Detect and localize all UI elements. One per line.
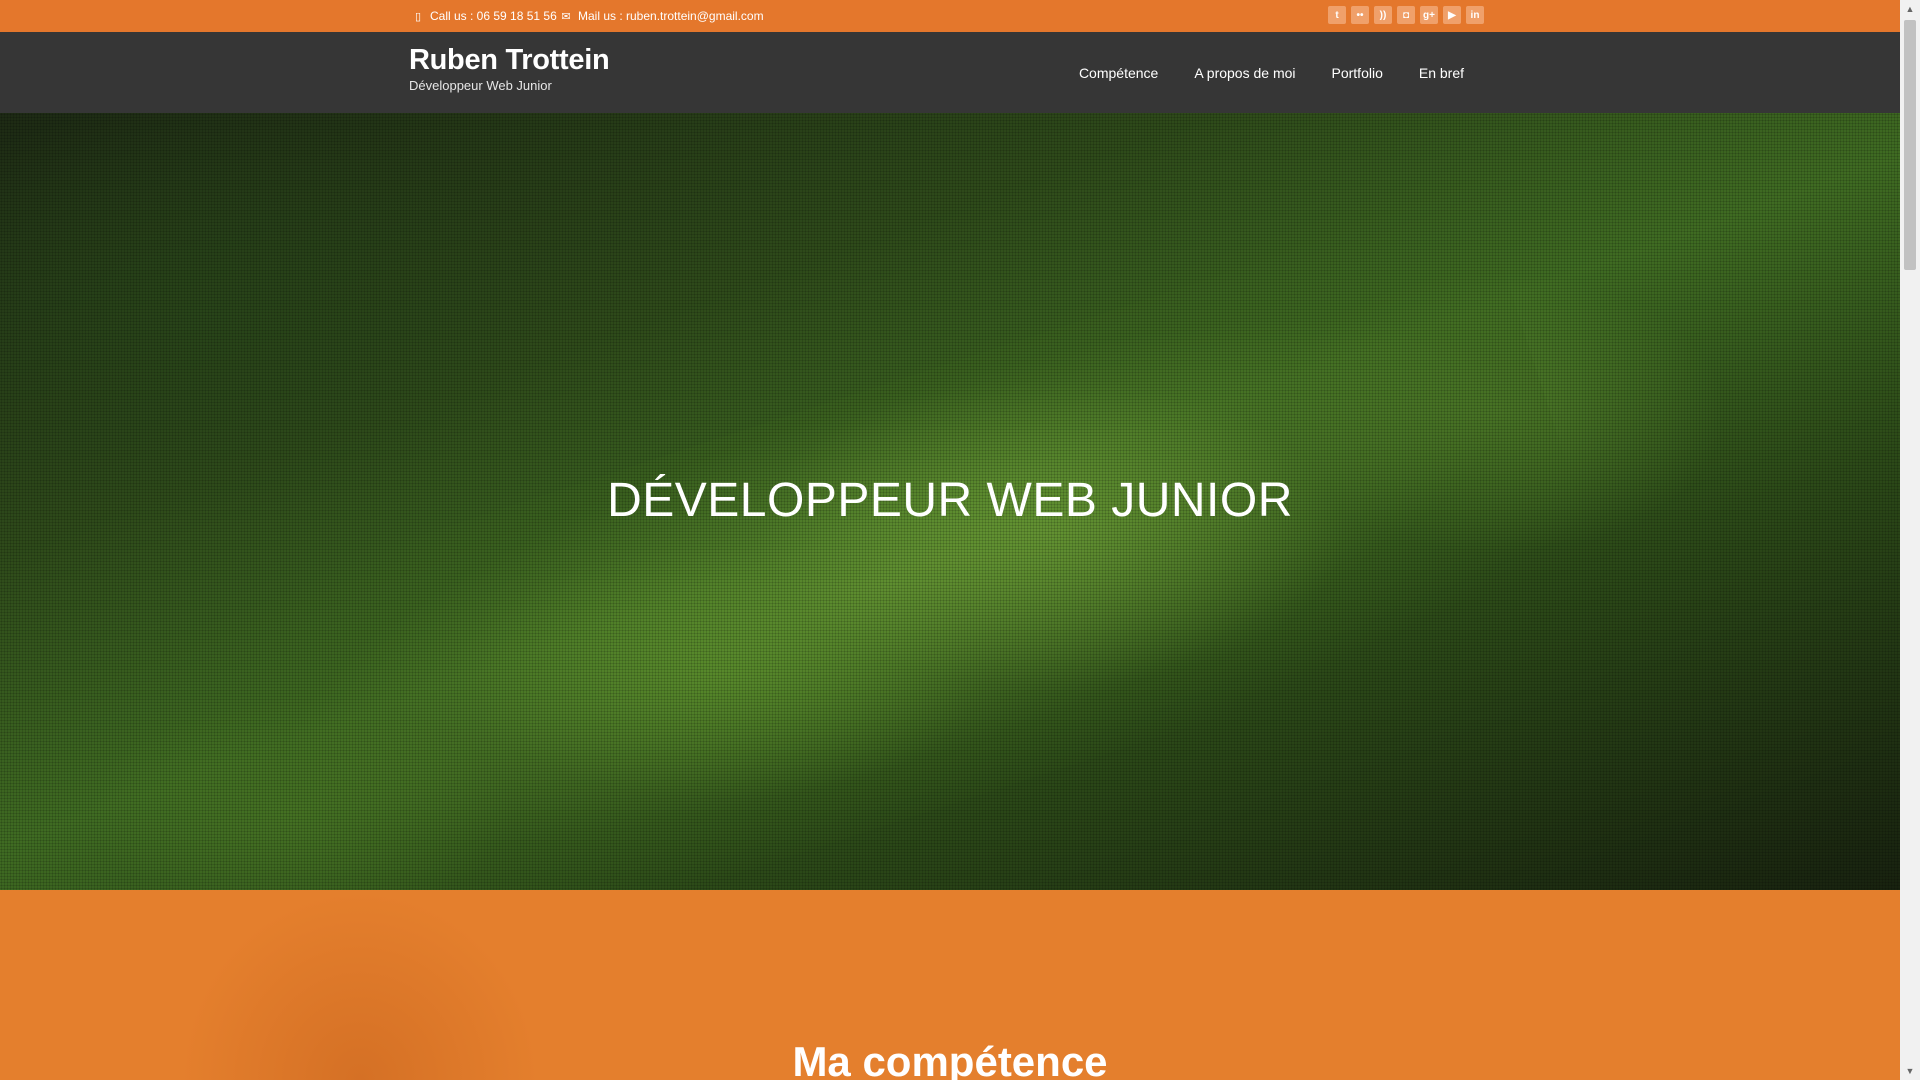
hero-title: DÉVELOPPEUR WEB JUNIOR	[607, 474, 1293, 527]
mail-icon: ✉	[561, 10, 571, 23]
site-header: Ruben Trottein Développeur Web Junior Co…	[0, 32, 1900, 113]
rss-icon[interactable]: ))	[1374, 6, 1392, 24]
nav-item-a-propos[interactable]: A propos de moi	[1194, 65, 1295, 81]
page-scrollbar[interactable]: ▲ ▼	[1900, 0, 1920, 1080]
hero-banner: DÉVELOPPEUR WEB JUNIOR	[0, 113, 1900, 890]
twitter-icon[interactable]: t	[1328, 6, 1346, 24]
mail-label: Mail us : ruben.trottein@gmail.com	[578, 9, 764, 23]
scrollbar-thumb[interactable]	[1904, 20, 1916, 270]
google-plus-icon[interactable]: g+	[1420, 6, 1438, 24]
section-title: Ma compétence	[792, 1038, 1108, 1080]
flickr-icon[interactable]: ••	[1351, 6, 1369, 24]
main-nav: Compétence A propos de moi Portfolio En …	[1079, 32, 1464, 113]
page: ▯ Call us : 06 59 18 51 56 ✉ Mail us : r…	[0, 0, 1900, 1080]
nav-item-competence[interactable]: Compétence	[1079, 65, 1158, 81]
call-contact[interactable]: ▯ Call us : 06 59 18 51 56	[412, 0, 557, 32]
scroll-down-icon[interactable]: ▼	[1900, 1062, 1920, 1080]
scroll-up-icon[interactable]: ▲	[1900, 0, 1920, 18]
linkedin-icon[interactable]: in	[1466, 6, 1484, 24]
nav-item-en-bref[interactable]: En bref	[1419, 65, 1464, 81]
social-links: t •• )) ◘ g+ ▶ in	[1328, 6, 1484, 24]
hero-moss-image	[51, 191, 1609, 890]
mail-contact[interactable]: ✉ Mail us : ruben.trottein@gmail.com	[560, 0, 764, 32]
call-label: Call us : 06 59 18 51 56	[430, 9, 557, 23]
competence-section: Ma compétence	[0, 890, 1900, 1080]
top-contact-bar: ▯ Call us : 06 59 18 51 56 ✉ Mail us : r…	[0, 0, 1900, 32]
site-tagline: Développeur Web Junior	[409, 78, 552, 93]
instagram-icon[interactable]: ◘	[1397, 6, 1415, 24]
phone-icon: ▯	[414, 10, 422, 23]
brand[interactable]: Ruben Trottein Développeur Web Junior	[409, 44, 610, 93]
nav-item-portfolio[interactable]: Portfolio	[1332, 65, 1383, 81]
youtube-icon[interactable]: ▶	[1443, 6, 1461, 24]
site-name: Ruben Trottein	[409, 44, 610, 76]
